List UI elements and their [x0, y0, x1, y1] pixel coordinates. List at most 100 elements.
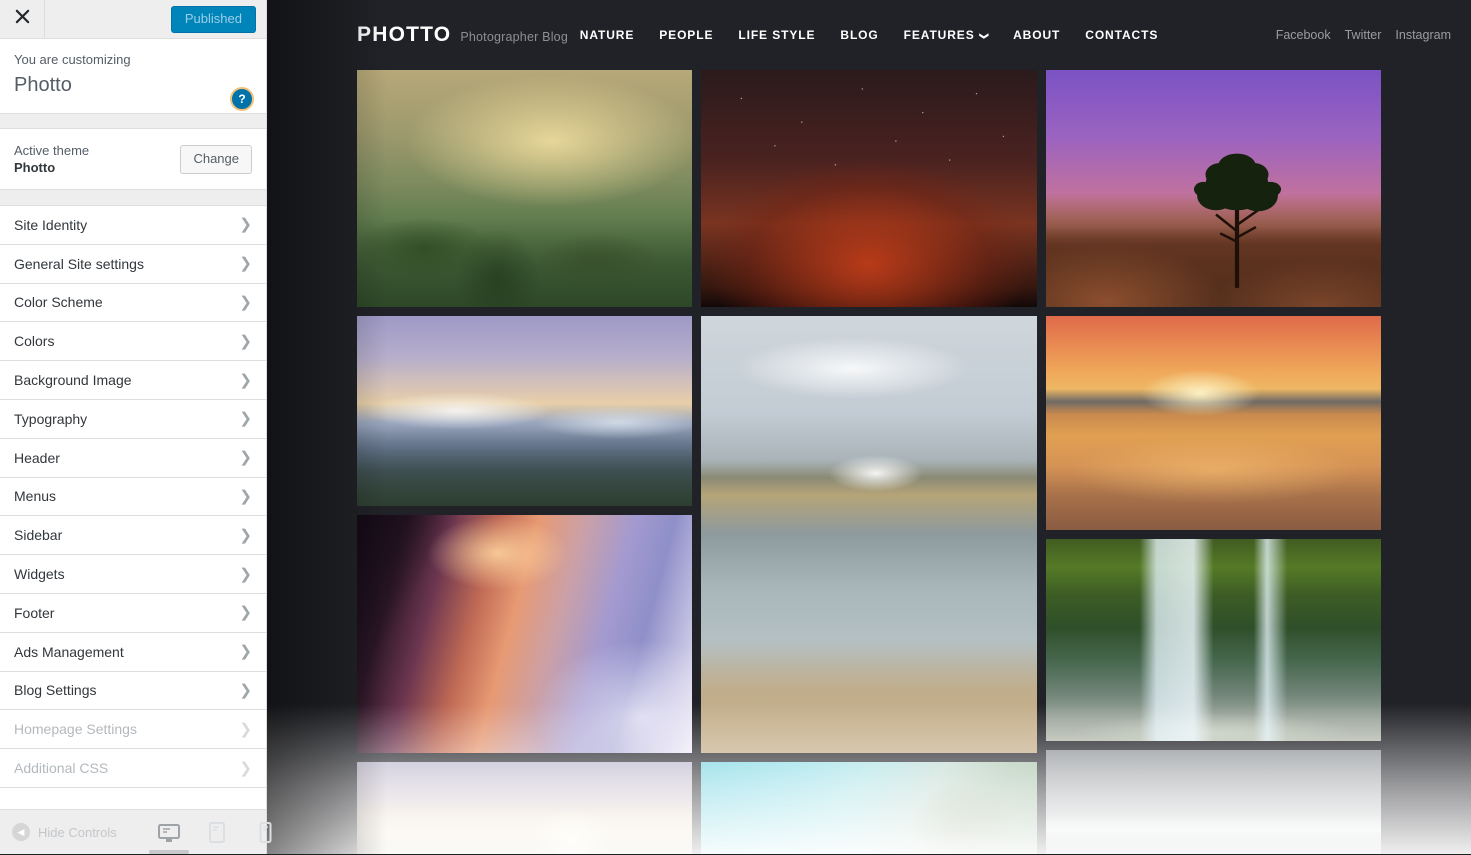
close-customizer-button[interactable]: [0, 0, 45, 38]
chevron-right-icon: ❯: [239, 410, 252, 428]
social-link-facebook[interactable]: Facebook: [1276, 28, 1331, 42]
photo-tile-alpine-valley-at-dawn[interactable]: [357, 316, 693, 506]
customizer-panel-list: Site Identity ❯ General Site settings ❯ Colo…: [0, 206, 266, 809]
customizing-site-name: Photto: [14, 74, 72, 96]
social-link-instagram[interactable]: Instagram: [1395, 28, 1451, 42]
chevron-right-icon: ❯: [239, 449, 252, 467]
customizer-panel-ads-management[interactable]: Ads Management ❯: [0, 632, 266, 672]
photo-image: [357, 70, 693, 307]
customizer-panel-color-scheme[interactable]: Color Scheme ❯: [0, 283, 266, 323]
chevron-right-icon: ❯: [239, 255, 252, 273]
panel-label: Ads Management: [14, 643, 124, 660]
social-link-twitter[interactable]: Twitter: [1345, 28, 1382, 42]
photo-image: [1045, 316, 1381, 530]
customizer-panel-colors[interactable]: Colors ❯: [0, 322, 266, 362]
photo-image: [701, 70, 1037, 307]
photo-image: [357, 316, 693, 506]
device-active-indicator: [149, 849, 189, 854]
device-preview-desktop[interactable]: [149, 818, 189, 854]
photo-tile-iceland-lake-and-grass[interactable]: [701, 316, 1037, 753]
device-preview-mobile[interactable]: [251, 818, 279, 848]
chevron-right-icon: ❯: [239, 216, 252, 234]
device-preview-tablet[interactable]: [203, 818, 231, 848]
customizer-panel-site-identity[interactable]: Site Identity ❯: [0, 206, 266, 245]
customizer-panel-background-image[interactable]: Background Image ❯: [0, 361, 266, 400]
customizer-panel-typography[interactable]: Typography ❯: [0, 399, 266, 439]
photo-tile-forest-sunrise[interactable]: [357, 762, 693, 854]
nav-item-label: PEOPLE: [659, 28, 714, 42]
nav-item-label: LIFE STYLE: [738, 28, 816, 42]
customizer-panel-blog-settings[interactable]: Blog Settings ❯: [0, 671, 266, 711]
customizer-panel-footer[interactable]: Footer ❯: [0, 593, 266, 633]
nav-item-people[interactable]: PEOPLE: [659, 28, 713, 42]
photo-grid-column-2: [701, 70, 1037, 854]
photo-tile-misty-golden-mountains[interactable]: [357, 70, 693, 307]
publish-button[interactable]: Published: [170, 6, 256, 33]
customizer-panel-additional-css[interactable]: Additional CSS ❯: [0, 749, 266, 788]
nav-item-label: NATURE: [579, 28, 635, 42]
nav-item-contacts[interactable]: CONTACTS: [1085, 28, 1158, 42]
active-theme-name: Photto: [14, 160, 56, 175]
chevron-right-icon: ❯: [239, 293, 252, 311]
customizing-info: You are customizing Photto ?: [0, 39, 266, 114]
nav-item-label: CONTACTS: [1085, 28, 1159, 42]
photo-tile-beach-sunset-with-birds[interactable]: [1045, 316, 1381, 530]
photo-tile-slot-canyon[interactable]: [357, 515, 693, 753]
nav-item-label: FEATURES: [903, 28, 975, 42]
photo-grid-column-1: [357, 70, 693, 854]
photo-image: [1045, 750, 1381, 854]
customizer-panel-general-site-settings[interactable]: General Site settings ❯: [0, 244, 266, 284]
panel-label: Additional CSS: [14, 760, 109, 777]
chevron-right-icon: ❯: [239, 526, 252, 544]
chevron-right-icon: ❯: [239, 681, 252, 699]
device-preview-group: [149, 810, 279, 855]
chevron-right-icon: ❯: [239, 643, 252, 661]
nav-item-about[interactable]: ABOUT: [1013, 28, 1060, 42]
hide-controls-button[interactable]: ◀ Hide Controls: [0, 823, 117, 841]
photo-tile-turquoise-shallow-water[interactable]: [701, 762, 1037, 854]
hide-controls-label: Hide Controls: [38, 824, 117, 840]
nav-item-features[interactable]: FEATURES ❯: [903, 28, 990, 42]
photo-image: [1045, 539, 1381, 741]
chevron-down-icon: ❯: [979, 31, 990, 41]
active-theme-label: Active theme: [14, 143, 90, 158]
customizer-panel-menus[interactable]: Menus ❯: [0, 477, 266, 517]
change-theme-button[interactable]: Change: [180, 144, 252, 174]
panel-label: Blog Settings: [14, 682, 97, 699]
desktop-icon: [158, 823, 180, 843]
active-theme-row: Active theme Photto Change: [0, 129, 266, 190]
chevron-right-icon: ❯: [239, 759, 252, 777]
photo-tile-lone-tree-at-twilight[interactable]: [1045, 70, 1381, 307]
photo-tile-tropical-waterfall[interactable]: [1045, 539, 1381, 741]
customizer-panel-sidebar[interactable]: Sidebar ❯: [0, 516, 266, 556]
customizer-panel-header[interactable]: Header ❯: [0, 438, 266, 478]
chevron-right-icon: ❯: [239, 720, 252, 738]
close-icon: [15, 9, 30, 29]
social-links: Facebook Twitter Instagram: [1276, 0, 1451, 70]
nav-item-nature[interactable]: NATURE: [580, 28, 635, 42]
customizer-panel-widgets[interactable]: Widgets ❯: [0, 555, 266, 594]
tree-silhouette-icon: [1180, 141, 1294, 289]
chevron-right-icon: ❯: [239, 332, 252, 350]
site-branding[interactable]: PHOTTO Photographer Blog: [357, 23, 568, 47]
chevron-right-icon: ❯: [239, 604, 252, 622]
photo-tile-red-rock-under-night-sky[interactable]: [701, 70, 1037, 307]
photo-image: [701, 762, 1037, 854]
customizer-topbar: Published: [0, 0, 266, 39]
panel-label: Header: [14, 449, 60, 466]
panel-label: Footer: [14, 604, 55, 621]
customizer-panel-homepage-settings[interactable]: Homepage Settings ❯: [0, 710, 266, 750]
photo-tile-grayscale-mountains[interactable]: [1045, 750, 1381, 854]
tablet-icon: [208, 822, 226, 843]
panel-label: Widgets: [14, 566, 65, 583]
collapse-arrow-icon: ◀: [12, 823, 30, 841]
theme-preview: PHOTTO Photographer Blog NATURE PEOPLE LIF…: [267, 0, 1471, 854]
panel-label: Background Image: [14, 372, 132, 389]
panel-label: Colors: [14, 333, 55, 350]
nav-item-life-style[interactable]: LIFE STYLE: [738, 28, 815, 42]
gallery-section: [267, 70, 1471, 854]
mobile-icon: [259, 822, 272, 843]
nav-item-blog[interactable]: BLOG: [840, 28, 878, 42]
help-icon[interactable]: ?: [230, 87, 254, 111]
panel-label: General Site settings: [14, 255, 144, 272]
